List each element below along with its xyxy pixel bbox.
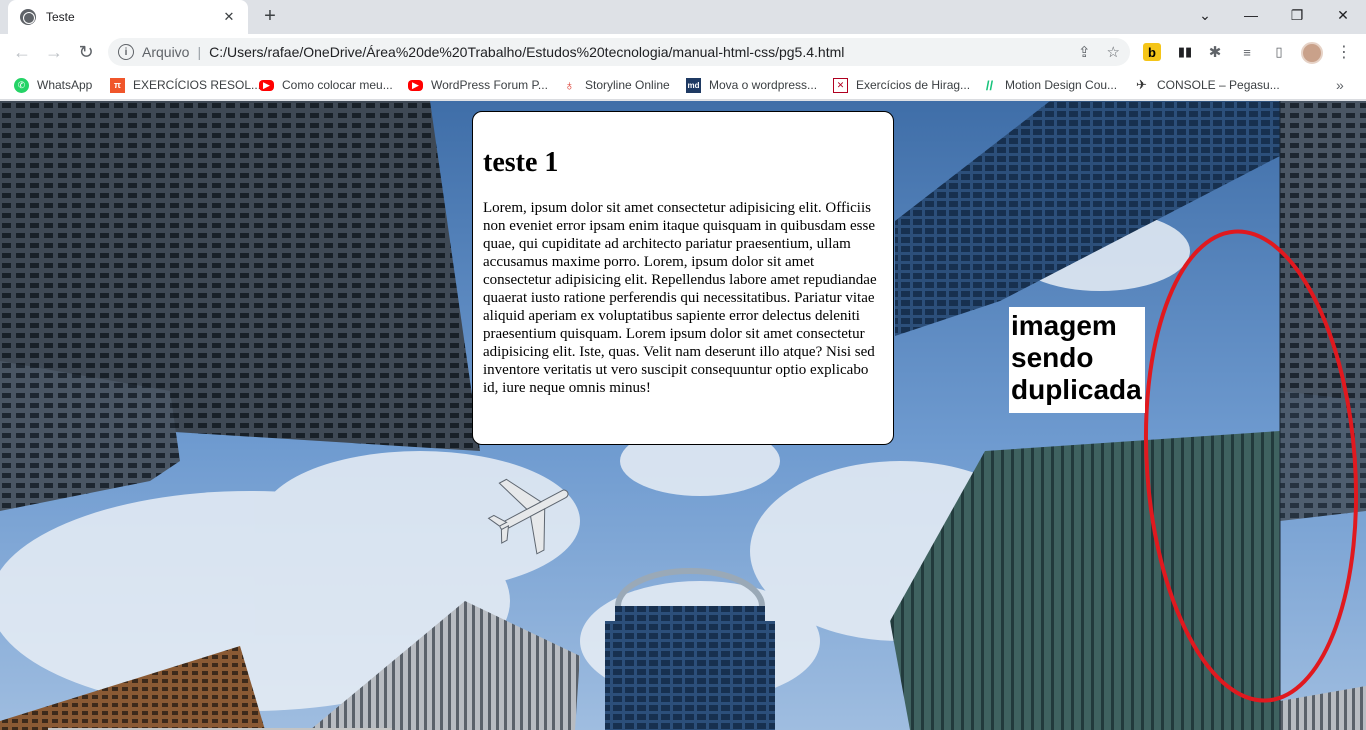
bookmarks-bar: ✆ WhatsApp π EXERCÍCIOS RESOL... ▶ Como …: [0, 70, 1366, 100]
whatsapp-icon: ✆: [14, 77, 29, 93]
annotation-label: imagem sendo duplicada: [1009, 307, 1145, 413]
globe-icon: [20, 9, 36, 25]
extension-dark-icon[interactable]: ▮▮: [1176, 43, 1194, 61]
bookmark-item[interactable]: π EXERCÍCIOS RESOL...: [110, 76, 261, 94]
more-bookmarks-icon[interactable]: »: [1336, 77, 1344, 93]
hiragana-icon: ✕: [833, 77, 848, 93]
omnibox-actions: ⇪ ☆: [1078, 43, 1120, 61]
reload-button[interactable]: ↻: [72, 38, 100, 66]
page-viewport: teste 1 Lorem, ipsum dolor sit amet cons…: [0, 101, 1366, 730]
url-text[interactable]: C:/Users/rafae/OneDrive/Área%20de%20Trab…: [209, 44, 844, 60]
omnibox-divider: |: [197, 44, 202, 60]
address-bar[interactable]: i Arquivo | C:/Users/rafae/OneDrive/Área…: [108, 38, 1130, 66]
content-card: teste 1 Lorem, ipsum dolor sit amet cons…: [472, 111, 894, 445]
bookmark-label: Mova o wordpress...: [709, 78, 818, 92]
bookmark-item[interactable]: ✈ CONSOLE – Pegasu...: [1134, 76, 1280, 94]
scheme-label: Arquivo: [142, 44, 190, 60]
bookmark-item[interactable]: ▶ Como colocar meu...: [259, 76, 393, 94]
browser-menu-icon[interactable]: ⋮: [1336, 42, 1352, 62]
new-tab-button[interactable]: +: [258, 5, 282, 29]
youtube-icon: ▶: [259, 79, 274, 91]
motion-icon: //: [985, 77, 994, 93]
bookmark-item[interactable]: ▶ WordPress Forum P...: [408, 76, 548, 94]
minimize-button[interactable]: —: [1228, 0, 1274, 30]
extensions-puzzle-icon[interactable]: ✱: [1206, 43, 1224, 61]
md-icon: md: [686, 77, 701, 93]
close-window-button[interactable]: ✕: [1320, 0, 1366, 30]
bookmark-label: Storyline Online: [585, 78, 670, 92]
page-heading: teste 1: [483, 147, 559, 178]
bookmark-label: WhatsApp: [37, 78, 93, 92]
bookmark-label: Como colocar meu...: [282, 78, 393, 92]
info-icon[interactable]: i: [118, 44, 134, 60]
forward-button[interactable]: →: [40, 38, 68, 66]
lorem-paragraph: Lorem, ipsum dolor sit amet consectetur …: [483, 200, 877, 396]
bookmark-label: CONSOLE – Pegasu...: [1157, 78, 1280, 92]
bookmark-item[interactable]: // Motion Design Cou...: [982, 76, 1117, 94]
back-button[interactable]: ←: [8, 38, 36, 66]
side-panel-icon[interactable]: ▯: [1270, 43, 1288, 61]
bookmark-label: Exercícios de Hirag...: [856, 78, 971, 92]
pi-icon: π: [110, 77, 125, 93]
share-icon[interactable]: ⇪: [1078, 43, 1091, 61]
star-icon[interactable]: ☆: [1107, 43, 1120, 61]
bookmark-item[interactable]: ✆ WhatsApp: [14, 76, 92, 94]
storyline-icon: ♁: [564, 77, 575, 93]
media-control-icon[interactable]: ≡: [1238, 43, 1256, 61]
tab-strip: Teste ✕ + ⌄ — ❐ ✕: [0, 0, 1366, 34]
tab-search-icon[interactable]: ⌄: [1182, 0, 1228, 30]
bookmark-label: WordPress Forum P...: [431, 78, 548, 92]
bookmark-item[interactable]: md Mova o wordpress...: [686, 76, 817, 94]
close-tab-icon[interactable]: ✕: [220, 9, 238, 25]
bookmark-item[interactable]: ✕ Exercícios de Hirag...: [833, 76, 970, 94]
extension-b-icon[interactable]: b: [1143, 43, 1161, 61]
browser-toolbar: ← → ↻ i Arquivo | C:/Users/rafae/OneDriv…: [0, 34, 1366, 70]
profile-avatar[interactable]: [1301, 42, 1323, 64]
bookmark-label: EXERCÍCIOS RESOL...: [133, 78, 262, 92]
bookmark-label: Motion Design Cou...: [1005, 78, 1118, 92]
bookmark-item[interactable]: ♁ Storyline Online: [562, 76, 670, 94]
youtube-icon: ▶: [408, 79, 423, 91]
restore-button[interactable]: ❐: [1274, 0, 1320, 30]
tab-teste[interactable]: Teste ✕: [8, 0, 248, 34]
pegasus-icon: ✈: [1136, 77, 1147, 92]
tab-title: Teste: [46, 10, 75, 24]
